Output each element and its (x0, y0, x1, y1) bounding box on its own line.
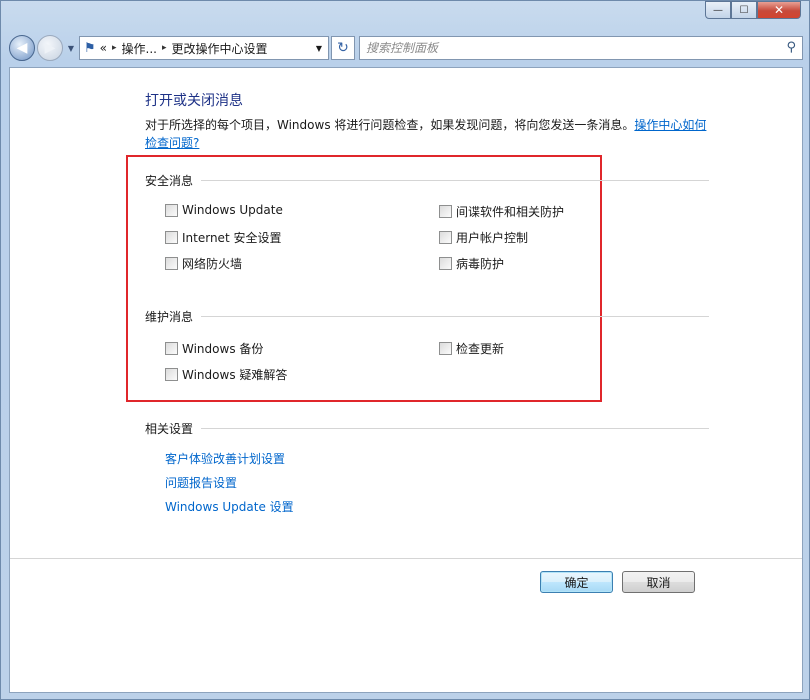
address-dropdown-icon[interactable]: ▼ (310, 37, 328, 59)
divider (201, 316, 710, 317)
ok-button[interactable]: 确定 (540, 571, 613, 593)
search-icon[interactable]: ⚲ (786, 40, 796, 55)
checkbox-label: Internet 安全设置 (182, 231, 282, 245)
divider (201, 180, 710, 181)
checkbox-label: 间谍软件和相关防护 (456, 205, 565, 219)
checkbox-box[interactable] (165, 231, 178, 244)
control-panel-window: — ☐ ✕ ◀ ▶ ▼ ⚑ « ▸ 操作... ▸ 更改操作中心设置 ▼ ↻ ⚲… (0, 0, 810, 700)
checkbox-label: 用户帐户控制 (456, 231, 529, 245)
refresh-icon: ↻ (337, 40, 349, 56)
footer-divider (10, 558, 802, 559)
related-settings-heading: 相关设置 (145, 420, 710, 437)
checkbox-box[interactable] (439, 205, 452, 218)
checkbox-network-firewall[interactable]: 网络防火墙 (165, 255, 242, 272)
link-windows-update-settings[interactable]: Windows Update 设置 (165, 498, 294, 515)
checkbox-user-account-control[interactable]: 用户帐户控制 (439, 229, 528, 246)
checkbox-box[interactable] (165, 342, 178, 355)
caption-buttons: — ☐ ✕ (705, 1, 801, 19)
maintenance-messages-heading: 维护消息 (145, 308, 710, 325)
breadcrumb-action-center[interactable]: 操作... (122, 40, 157, 57)
search-box[interactable]: ⚲ (359, 36, 803, 60)
checkbox-box[interactable] (165, 257, 178, 270)
chevron-right-icon[interactable]: ▸ (112, 43, 117, 53)
refresh-button[interactable]: ↻ (331, 36, 355, 60)
checkbox-box[interactable] (439, 342, 452, 355)
navigation-bar: ◀ ▶ ▼ ⚑ « ▸ 操作... ▸ 更改操作中心设置 ▼ ↻ ⚲ (9, 31, 803, 65)
address-bar[interactable]: ⚑ « ▸ 操作... ▸ 更改操作中心设置 ▼ (79, 36, 329, 60)
checkbox-label: Windows 备份 (182, 342, 264, 356)
checkbox-check-for-updates[interactable]: 检查更新 (439, 340, 504, 357)
maximize-button[interactable]: ☐ (731, 1, 757, 19)
related-settings-label: 相关设置 (145, 422, 194, 436)
checkbox-spyware-protection[interactable]: 间谍软件和相关防护 (439, 203, 564, 220)
action-center-flag-icon: ⚑ (84, 40, 96, 56)
maintenance-messages-label: 维护消息 (145, 310, 194, 324)
forward-button[interactable]: ▶ (37, 35, 63, 61)
checkbox-box[interactable] (439, 231, 452, 244)
checkbox-label: Windows Update (182, 203, 283, 217)
security-messages-label: 安全消息 (145, 174, 194, 188)
page-title: 打开或关闭消息 (145, 93, 243, 109)
checkbox-box[interactable] (165, 203, 178, 217)
breadcrumb-overflow[interactable]: « (100, 41, 107, 55)
checkbox-windows-troubleshooting[interactable]: Windows 疑难解答 (165, 366, 287, 383)
checkbox-box[interactable] (165, 368, 178, 381)
checkbox-internet-security-settings[interactable]: Internet 安全设置 (165, 229, 281, 246)
checkbox-windows-update[interactable]: Windows Update (165, 203, 283, 217)
close-button[interactable]: ✕ (757, 1, 801, 19)
security-messages-heading: 安全消息 (145, 172, 710, 189)
breadcrumb-current-page[interactable]: 更改操作中心设置 (172, 40, 268, 57)
forward-arrow-icon: ▶ (44, 40, 56, 56)
back-arrow-icon: ◀ (16, 40, 28, 56)
checkbox-label: 网络防火墙 (182, 257, 243, 271)
checkbox-label: 病毒防护 (456, 257, 505, 271)
recent-pages-dropdown[interactable]: ▼ (65, 44, 77, 53)
page-description: 对于所选择的每个项目，Windows 将进行问题检查，如果发现问题，将向您发送一… (145, 116, 710, 152)
chevron-right-icon[interactable]: ▸ (162, 43, 167, 53)
link-problem-reporting-settings[interactable]: 问题报告设置 (165, 474, 237, 491)
checkbox-windows-backup[interactable]: Windows 备份 (165, 340, 263, 357)
checkbox-box[interactable] (439, 257, 452, 270)
content-pane: 打开或关闭消息 对于所选择的每个项目，Windows 将进行问题检查，如果发现问… (9, 67, 803, 693)
cancel-button[interactable]: 取消 (622, 571, 695, 593)
description-text: 对于所选择的每个项目，Windows 将进行问题检查，如果发现问题，将向您发送一… (145, 118, 635, 132)
checkbox-label: Windows 疑难解答 (182, 368, 288, 382)
search-input[interactable] (366, 41, 802, 55)
minimize-button[interactable]: — (705, 1, 731, 19)
link-customer-experience-settings[interactable]: 客户体验改善计划设置 (165, 450, 285, 467)
highlight-box (126, 155, 602, 402)
checkbox-label: 检查更新 (456, 342, 505, 356)
checkbox-virus-protection[interactable]: 病毒防护 (439, 255, 504, 272)
back-button[interactable]: ◀ (9, 35, 35, 61)
divider (201, 428, 710, 429)
